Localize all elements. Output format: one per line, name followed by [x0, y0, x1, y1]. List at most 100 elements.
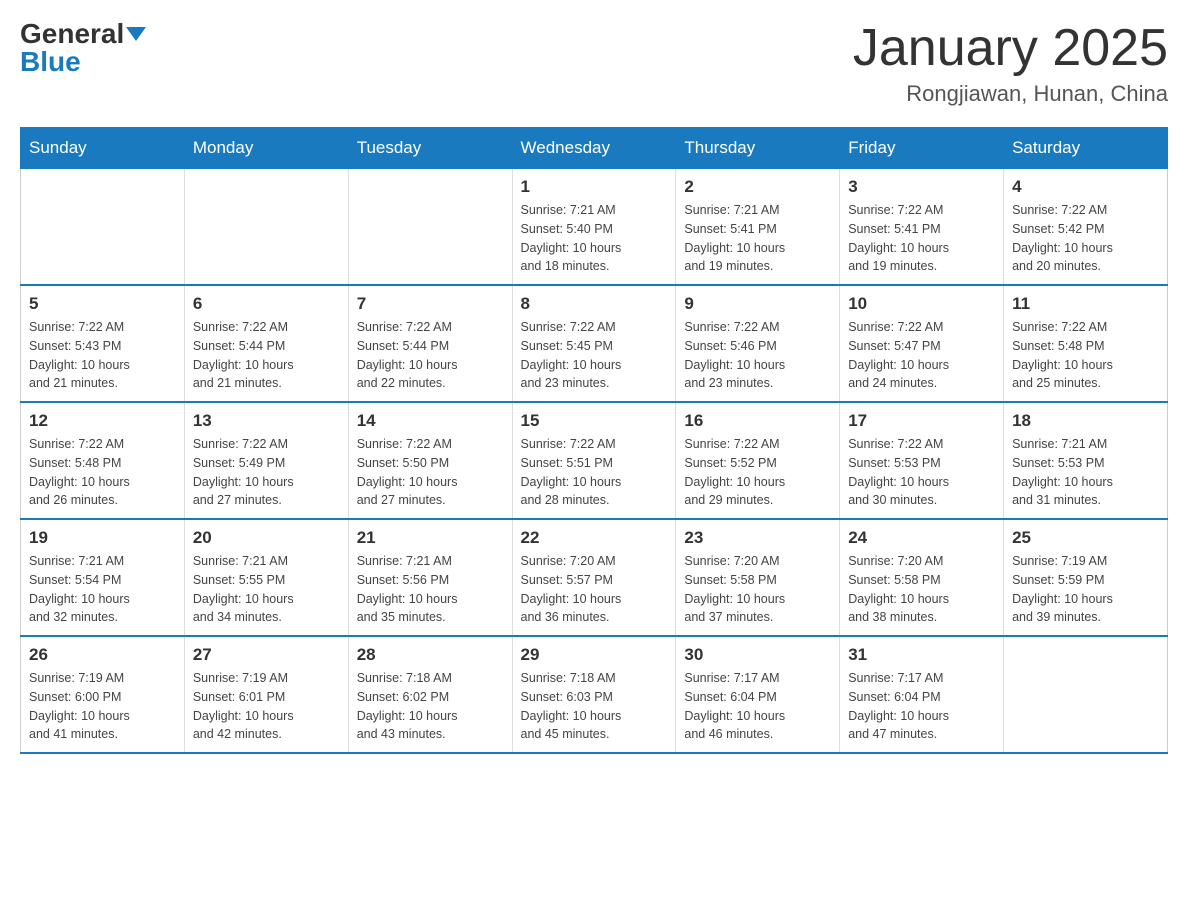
day-number: 5	[29, 294, 176, 314]
day-info: Sunrise: 7:19 AMSunset: 6:01 PMDaylight:…	[193, 669, 340, 744]
calendar-cell: 1Sunrise: 7:21 AMSunset: 5:40 PMDaylight…	[512, 169, 676, 286]
calendar-cell: 7 Sunrise: 7:22 AMSunset: 5:44 PMDaylight…	[348, 285, 512, 402]
calendar-cell: 22Sunrise: 7:20 AMSunset: 5:57 PMDayligh…	[512, 519, 676, 636]
header-day-saturday: Saturday	[1004, 128, 1168, 169]
day-number: 2	[684, 177, 831, 197]
day-info: Sunrise: 7:21 AMSunset: 5:56 PMDaylight:…	[357, 552, 504, 627]
calendar-cell: 24Sunrise: 7:20 AMSunset: 5:58 PMDayligh…	[840, 519, 1004, 636]
calendar-cell: 15 Sunrise: 7:22 AMSunset: 5:51 PMDayligh…	[512, 402, 676, 519]
calendar-header-row: SundayMondayTuesdayWednesdayThursdayFrid…	[21, 128, 1168, 169]
calendar-cell	[348, 169, 512, 286]
day-info: Sunrise: 7:22 AMSunset: 5:48 PMDaylight:…	[29, 435, 176, 510]
day-number: 17	[848, 411, 995, 431]
calendar-cell	[1004, 636, 1168, 753]
day-number: 23	[684, 528, 831, 548]
day-number: 20	[193, 528, 340, 548]
day-info: Sunrise: 7:21 AMSunset: 5:53 PMDaylight:…	[1012, 435, 1159, 510]
calendar-cell: 2 Sunrise: 7:21 AMSunset: 5:41 PMDaylight…	[676, 169, 840, 286]
calendar-week-row: 12 Sunrise: 7:22 AMSunset: 5:48 PMDayligh…	[21, 402, 1168, 519]
day-info: Sunrise: 7:17 AMSunset: 6:04 PMDaylight:…	[684, 669, 831, 744]
calendar-cell: 16 Sunrise: 7:22 AMSunset: 5:52 PMDayligh…	[676, 402, 840, 519]
day-info: Sunrise: 7:20 AMSunset: 5:58 PMDaylight:…	[848, 552, 995, 627]
header-day-wednesday: Wednesday	[512, 128, 676, 169]
day-number: 29	[521, 645, 668, 665]
day-number: 12	[29, 411, 176, 431]
calendar-cell: 12 Sunrise: 7:22 AMSunset: 5:48 PMDayligh…	[21, 402, 185, 519]
calendar-cell: 25Sunrise: 7:19 AMSunset: 5:59 PMDayligh…	[1004, 519, 1168, 636]
logo-triangle-icon	[126, 27, 146, 41]
calendar-week-row: 26 Sunrise: 7:19 AMSunset: 6:00 PMDayligh…	[21, 636, 1168, 753]
day-number: 1	[521, 177, 668, 197]
calendar-cell: 11Sunrise: 7:22 AMSunset: 5:48 PMDayligh…	[1004, 285, 1168, 402]
header-day-thursday: Thursday	[676, 128, 840, 169]
calendar-table: SundayMondayTuesdayWednesdayThursdayFrid…	[20, 127, 1168, 754]
calendar-cell: 13 Sunrise: 7:22 AMSunset: 5:49 PMDayligh…	[184, 402, 348, 519]
calendar-cell: 23 Sunrise: 7:20 AMSunset: 5:58 PMDayligh…	[676, 519, 840, 636]
day-number: 7	[357, 294, 504, 314]
calendar-cell: 18 Sunrise: 7:21 AMSunset: 5:53 PMDayligh…	[1004, 402, 1168, 519]
calendar-cell: 20 Sunrise: 7:21 AMSunset: 5:55 PMDayligh…	[184, 519, 348, 636]
day-info: Sunrise: 7:22 AMSunset: 5:49 PMDaylight:…	[193, 435, 340, 510]
day-info: Sunrise: 7:22 AMSunset: 5:51 PMDaylight:…	[521, 435, 668, 510]
calendar-cell: 10Sunrise: 7:22 AMSunset: 5:47 PMDayligh…	[840, 285, 1004, 402]
page-header: General Blue January 2025 Rongjiawan, Hu…	[20, 20, 1168, 107]
day-number: 3	[848, 177, 995, 197]
day-info: Sunrise: 7:17 AMSunset: 6:04 PMDaylight:…	[848, 669, 995, 744]
day-number: 6	[193, 294, 340, 314]
day-number: 15	[521, 411, 668, 431]
day-info: Sunrise: 7:22 AMSunset: 5:53 PMDaylight:…	[848, 435, 995, 510]
calendar-cell: 28Sunrise: 7:18 AMSunset: 6:02 PMDayligh…	[348, 636, 512, 753]
day-number: 14	[357, 411, 504, 431]
calendar-week-row: 19Sunrise: 7:21 AMSunset: 5:54 PMDayligh…	[21, 519, 1168, 636]
calendar-cell: 6 Sunrise: 7:22 AMSunset: 5:44 PMDaylight…	[184, 285, 348, 402]
day-info: Sunrise: 7:22 AMSunset: 5:41 PMDaylight:…	[848, 201, 995, 276]
day-number: 26	[29, 645, 176, 665]
logo-general-text: General	[20, 20, 124, 48]
header-day-monday: Monday	[184, 128, 348, 169]
calendar-cell: 27 Sunrise: 7:19 AMSunset: 6:01 PMDayligh…	[184, 636, 348, 753]
day-info: Sunrise: 7:21 AMSunset: 5:41 PMDaylight:…	[684, 201, 831, 276]
day-number: 8	[521, 294, 668, 314]
day-info: Sunrise: 7:22 AMSunset: 5:43 PMDaylight:…	[29, 318, 176, 393]
day-info: Sunrise: 7:19 AMSunset: 5:59 PMDaylight:…	[1012, 552, 1159, 627]
calendar-cell: 3 Sunrise: 7:22 AMSunset: 5:41 PMDaylight…	[840, 169, 1004, 286]
calendar-cell	[21, 169, 185, 286]
day-info: Sunrise: 7:21 AMSunset: 5:55 PMDaylight:…	[193, 552, 340, 627]
day-info: Sunrise: 7:22 AMSunset: 5:52 PMDaylight:…	[684, 435, 831, 510]
calendar-cell: 30 Sunrise: 7:17 AMSunset: 6:04 PMDayligh…	[676, 636, 840, 753]
day-number: 18	[1012, 411, 1159, 431]
calendar-cell: 26 Sunrise: 7:19 AMSunset: 6:00 PMDayligh…	[21, 636, 185, 753]
day-info: Sunrise: 7:19 AMSunset: 6:00 PMDaylight:…	[29, 669, 176, 744]
day-info: Sunrise: 7:18 AMSunset: 6:02 PMDaylight:…	[357, 669, 504, 744]
day-number: 13	[193, 411, 340, 431]
calendar-cell: 17 Sunrise: 7:22 AMSunset: 5:53 PMDayligh…	[840, 402, 1004, 519]
day-number: 16	[684, 411, 831, 431]
header-day-friday: Friday	[840, 128, 1004, 169]
day-info: Sunrise: 7:22 AMSunset: 5:46 PMDaylight:…	[684, 318, 831, 393]
calendar-cell: 9 Sunrise: 7:22 AMSunset: 5:46 PMDaylight…	[676, 285, 840, 402]
header-day-sunday: Sunday	[21, 128, 185, 169]
day-number: 31	[848, 645, 995, 665]
logo: General Blue	[20, 20, 146, 76]
header-day-tuesday: Tuesday	[348, 128, 512, 169]
day-number: 9	[684, 294, 831, 314]
calendar-cell: 21Sunrise: 7:21 AMSunset: 5:56 PMDayligh…	[348, 519, 512, 636]
calendar-cell: 5 Sunrise: 7:22 AMSunset: 5:43 PMDaylight…	[21, 285, 185, 402]
day-number: 30	[684, 645, 831, 665]
logo-blue-text: Blue	[20, 48, 81, 76]
day-info: Sunrise: 7:22 AMSunset: 5:45 PMDaylight:…	[521, 318, 668, 393]
day-number: 10	[848, 294, 995, 314]
calendar-title: January 2025	[853, 20, 1168, 77]
calendar-cell: 4Sunrise: 7:22 AMSunset: 5:42 PMDaylight…	[1004, 169, 1168, 286]
calendar-cell: 29 Sunrise: 7:18 AMSunset: 6:03 PMDayligh…	[512, 636, 676, 753]
day-number: 27	[193, 645, 340, 665]
calendar-subtitle: Rongjiawan, Hunan, China	[853, 81, 1168, 107]
day-info: Sunrise: 7:20 AMSunset: 5:58 PMDaylight:…	[684, 552, 831, 627]
day-info: Sunrise: 7:22 AMSunset: 5:44 PMDaylight:…	[357, 318, 504, 393]
day-info: Sunrise: 7:22 AMSunset: 5:44 PMDaylight:…	[193, 318, 340, 393]
calendar-week-row: 1Sunrise: 7:21 AMSunset: 5:40 PMDaylight…	[21, 169, 1168, 286]
day-info: Sunrise: 7:22 AMSunset: 5:48 PMDaylight:…	[1012, 318, 1159, 393]
day-info: Sunrise: 7:18 AMSunset: 6:03 PMDaylight:…	[521, 669, 668, 744]
calendar-week-row: 5 Sunrise: 7:22 AMSunset: 5:43 PMDaylight…	[21, 285, 1168, 402]
calendar-cell	[184, 169, 348, 286]
